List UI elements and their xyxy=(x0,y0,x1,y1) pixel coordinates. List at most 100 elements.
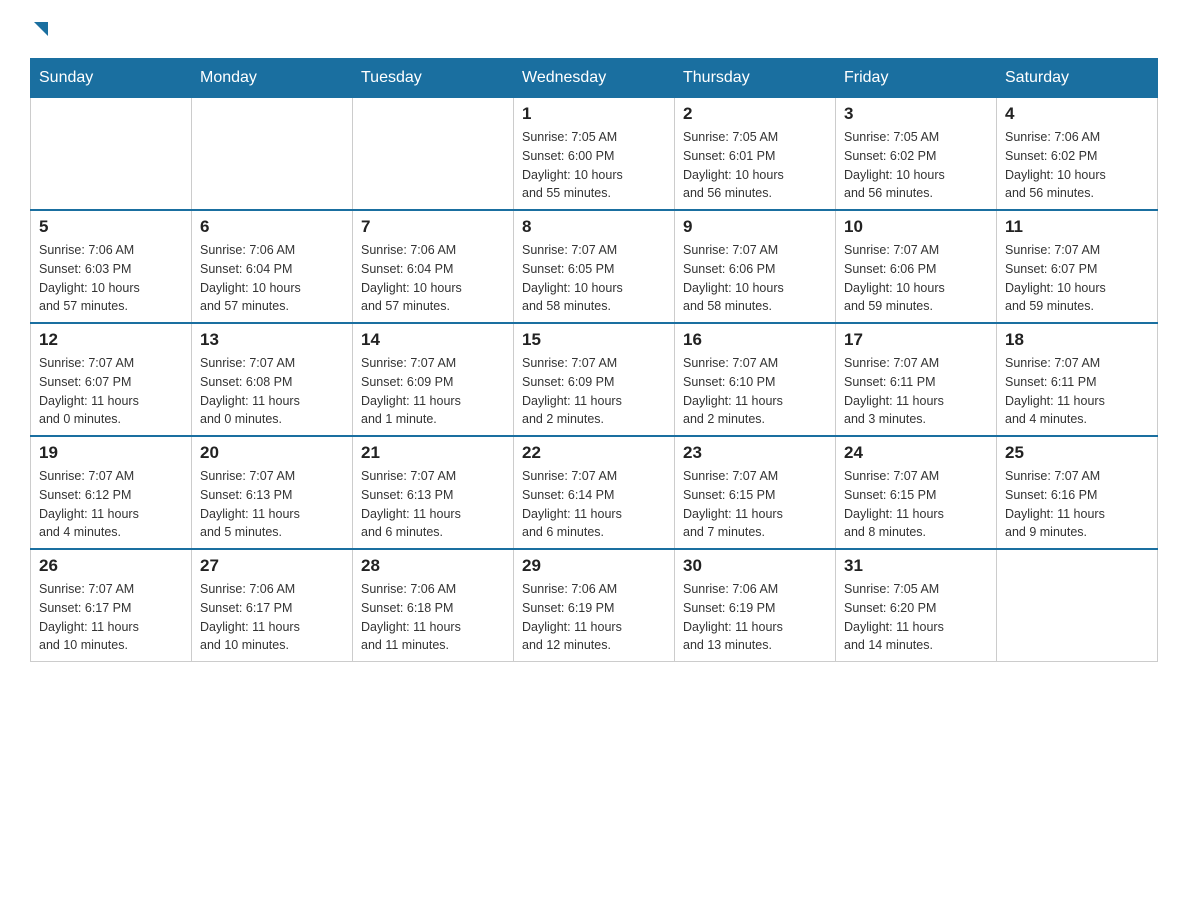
calendar-cell xyxy=(997,549,1158,662)
day-number: 16 xyxy=(683,330,827,350)
calendar-cell xyxy=(192,98,353,211)
day-number: 23 xyxy=(683,443,827,463)
logo xyxy=(30,20,52,38)
day-info: Sunrise: 7:06 AM Sunset: 6:04 PM Dayligh… xyxy=(361,241,505,316)
calendar-week-row: 19 Sunrise: 7:07 AM Sunset: 6:12 PM Dayli… xyxy=(31,436,1158,549)
calendar-cell: 20 Sunrise: 7:07 AM Sunset: 6:13 PM Dayli… xyxy=(192,436,353,549)
day-info: Sunrise: 7:06 AM Sunset: 6:03 PM Dayligh… xyxy=(39,241,183,316)
day-number: 18 xyxy=(1005,330,1149,350)
calendar-cell: 5 Sunrise: 7:06 AM Sunset: 6:03 PM Daylig… xyxy=(31,210,192,323)
day-number: 4 xyxy=(1005,104,1149,124)
day-info: Sunrise: 7:07 AM Sunset: 6:05 PM Dayligh… xyxy=(522,241,666,316)
calendar-cell: 2 Sunrise: 7:05 AM Sunset: 6:01 PM Daylig… xyxy=(675,98,836,211)
day-info: Sunrise: 7:07 AM Sunset: 6:07 PM Dayligh… xyxy=(1005,241,1149,316)
day-number: 2 xyxy=(683,104,827,124)
header-wednesday: Wednesday xyxy=(514,59,675,98)
calendar-week-row: 1 Sunrise: 7:05 AM Sunset: 6:00 PM Daylig… xyxy=(31,98,1158,211)
day-number: 10 xyxy=(844,217,988,237)
calendar-cell: 8 Sunrise: 7:07 AM Sunset: 6:05 PM Daylig… xyxy=(514,210,675,323)
day-info: Sunrise: 7:05 AM Sunset: 6:00 PM Dayligh… xyxy=(522,128,666,203)
calendar-cell: 24 Sunrise: 7:07 AM Sunset: 6:15 PM Dayli… xyxy=(836,436,997,549)
calendar-header-row: SundayMondayTuesdayWednesdayThursdayFrid… xyxy=(31,59,1158,98)
day-info: Sunrise: 7:07 AM Sunset: 6:06 PM Dayligh… xyxy=(844,241,988,316)
day-number: 24 xyxy=(844,443,988,463)
day-info: Sunrise: 7:07 AM Sunset: 6:09 PM Dayligh… xyxy=(522,354,666,429)
calendar-cell: 14 Sunrise: 7:07 AM Sunset: 6:09 PM Dayli… xyxy=(353,323,514,436)
calendar-cell: 7Sunrise: 7:06 AM Sunset: 6:04 PM Daylig… xyxy=(353,210,514,323)
calendar-cell: 19 Sunrise: 7:07 AM Sunset: 6:12 PM Dayli… xyxy=(31,436,192,549)
day-info: Sunrise: 7:07 AM Sunset: 6:10 PM Dayligh… xyxy=(683,354,827,429)
day-number: 9 xyxy=(683,217,827,237)
day-info: Sunrise: 7:06 AM Sunset: 6:17 PM Dayligh… xyxy=(200,580,344,655)
day-number: 25 xyxy=(1005,443,1149,463)
day-info: Sunrise: 7:07 AM Sunset: 6:07 PM Dayligh… xyxy=(39,354,183,429)
calendar-cell: 23 Sunrise: 7:07 AM Sunset: 6:15 PM Dayli… xyxy=(675,436,836,549)
day-number: 30 xyxy=(683,556,827,576)
calendar-cell: 12 Sunrise: 7:07 AM Sunset: 6:07 PM Dayli… xyxy=(31,323,192,436)
day-number: 27 xyxy=(200,556,344,576)
day-info: Sunrise: 7:07 AM Sunset: 6:17 PM Dayligh… xyxy=(39,580,183,655)
calendar-cell: 29 Sunrise: 7:06 AM Sunset: 6:19 PM Dayli… xyxy=(514,549,675,662)
calendar-cell: 9 Sunrise: 7:07 AM Sunset: 6:06 PM Daylig… xyxy=(675,210,836,323)
calendar-week-row: 5 Sunrise: 7:06 AM Sunset: 6:03 PM Daylig… xyxy=(31,210,1158,323)
day-info: Sunrise: 7:06 AM Sunset: 6:19 PM Dayligh… xyxy=(683,580,827,655)
calendar-cell: 28 Sunrise: 7:06 AM Sunset: 6:18 PM Dayli… xyxy=(353,549,514,662)
day-info: Sunrise: 7:07 AM Sunset: 6:06 PM Dayligh… xyxy=(683,241,827,316)
day-number: 15 xyxy=(522,330,666,350)
day-number: 11 xyxy=(1005,217,1149,237)
calendar-cell: 10 Sunrise: 7:07 AM Sunset: 6:06 PM Dayli… xyxy=(836,210,997,323)
day-number: 1 xyxy=(522,104,666,124)
day-info: Sunrise: 7:07 AM Sunset: 6:14 PM Dayligh… xyxy=(522,467,666,542)
day-number: 19 xyxy=(39,443,183,463)
header-saturday: Saturday xyxy=(997,59,1158,98)
calendar-cell: 4Sunrise: 7:06 AM Sunset: 6:02 PM Daylig… xyxy=(997,98,1158,211)
day-info: Sunrise: 7:07 AM Sunset: 6:12 PM Dayligh… xyxy=(39,467,183,542)
header-monday: Monday xyxy=(192,59,353,98)
calendar-cell: 21 Sunrise: 7:07 AM Sunset: 6:13 PM Dayli… xyxy=(353,436,514,549)
day-info: Sunrise: 7:06 AM Sunset: 6:04 PM Dayligh… xyxy=(200,241,344,316)
day-number: 29 xyxy=(522,556,666,576)
day-number: 12 xyxy=(39,330,183,350)
calendar-cell: 27 Sunrise: 7:06 AM Sunset: 6:17 PM Dayli… xyxy=(192,549,353,662)
day-number: 26 xyxy=(39,556,183,576)
day-number: 3 xyxy=(844,104,988,124)
calendar-cell xyxy=(353,98,514,211)
day-info: Sunrise: 7:07 AM Sunset: 6:13 PM Dayligh… xyxy=(361,467,505,542)
day-info: Sunrise: 7:07 AM Sunset: 6:15 PM Dayligh… xyxy=(683,467,827,542)
day-info: Sunrise: 7:06 AM Sunset: 6:18 PM Dayligh… xyxy=(361,580,505,655)
day-info: Sunrise: 7:07 AM Sunset: 6:15 PM Dayligh… xyxy=(844,467,988,542)
day-info: Sunrise: 7:06 AM Sunset: 6:19 PM Dayligh… xyxy=(522,580,666,655)
calendar-cell: 15 Sunrise: 7:07 AM Sunset: 6:09 PM Dayli… xyxy=(514,323,675,436)
day-number: 31 xyxy=(844,556,988,576)
calendar-cell: 17Sunrise: 7:07 AM Sunset: 6:11 PM Dayli… xyxy=(836,323,997,436)
day-number: 28 xyxy=(361,556,505,576)
day-number: 21 xyxy=(361,443,505,463)
day-number: 5 xyxy=(39,217,183,237)
day-info: Sunrise: 7:07 AM Sunset: 6:09 PM Dayligh… xyxy=(361,354,505,429)
calendar-week-row: 26 Sunrise: 7:07 AM Sunset: 6:17 PM Dayli… xyxy=(31,549,1158,662)
day-info: Sunrise: 7:07 AM Sunset: 6:08 PM Dayligh… xyxy=(200,354,344,429)
day-number: 20 xyxy=(200,443,344,463)
day-info: Sunrise: 7:05 AM Sunset: 6:01 PM Dayligh… xyxy=(683,128,827,203)
calendar-cell: 16 Sunrise: 7:07 AM Sunset: 6:10 PM Dayli… xyxy=(675,323,836,436)
day-info: Sunrise: 7:07 AM Sunset: 6:16 PM Dayligh… xyxy=(1005,467,1149,542)
day-info: Sunrise: 7:05 AM Sunset: 6:02 PM Dayligh… xyxy=(844,128,988,203)
calendar-table: SundayMondayTuesdayWednesdayThursdayFrid… xyxy=(30,58,1158,662)
day-number: 22 xyxy=(522,443,666,463)
day-number: 14 xyxy=(361,330,505,350)
calendar-cell: 3 Sunrise: 7:05 AM Sunset: 6:02 PM Daylig… xyxy=(836,98,997,211)
calendar-cell: 1 Sunrise: 7:05 AM Sunset: 6:00 PM Daylig… xyxy=(514,98,675,211)
day-info: Sunrise: 7:07 AM Sunset: 6:11 PM Dayligh… xyxy=(844,354,988,429)
calendar-cell: 6 Sunrise: 7:06 AM Sunset: 6:04 PM Daylig… xyxy=(192,210,353,323)
day-number: 6 xyxy=(200,217,344,237)
calendar-cell: 31 Sunrise: 7:05 AM Sunset: 6:20 PM Dayli… xyxy=(836,549,997,662)
calendar-cell: 26 Sunrise: 7:07 AM Sunset: 6:17 PM Dayli… xyxy=(31,549,192,662)
header-friday: Friday xyxy=(836,59,997,98)
calendar-cell xyxy=(31,98,192,211)
calendar-cell: 13Sunrise: 7:07 AM Sunset: 6:08 PM Dayli… xyxy=(192,323,353,436)
day-info: Sunrise: 7:07 AM Sunset: 6:13 PM Dayligh… xyxy=(200,467,344,542)
calendar-cell: 18Sunrise: 7:07 AM Sunset: 6:11 PM Dayli… xyxy=(997,323,1158,436)
day-info: Sunrise: 7:05 AM Sunset: 6:20 PM Dayligh… xyxy=(844,580,988,655)
calendar-cell: 30 Sunrise: 7:06 AM Sunset: 6:19 PM Dayli… xyxy=(675,549,836,662)
day-number: 8 xyxy=(522,217,666,237)
